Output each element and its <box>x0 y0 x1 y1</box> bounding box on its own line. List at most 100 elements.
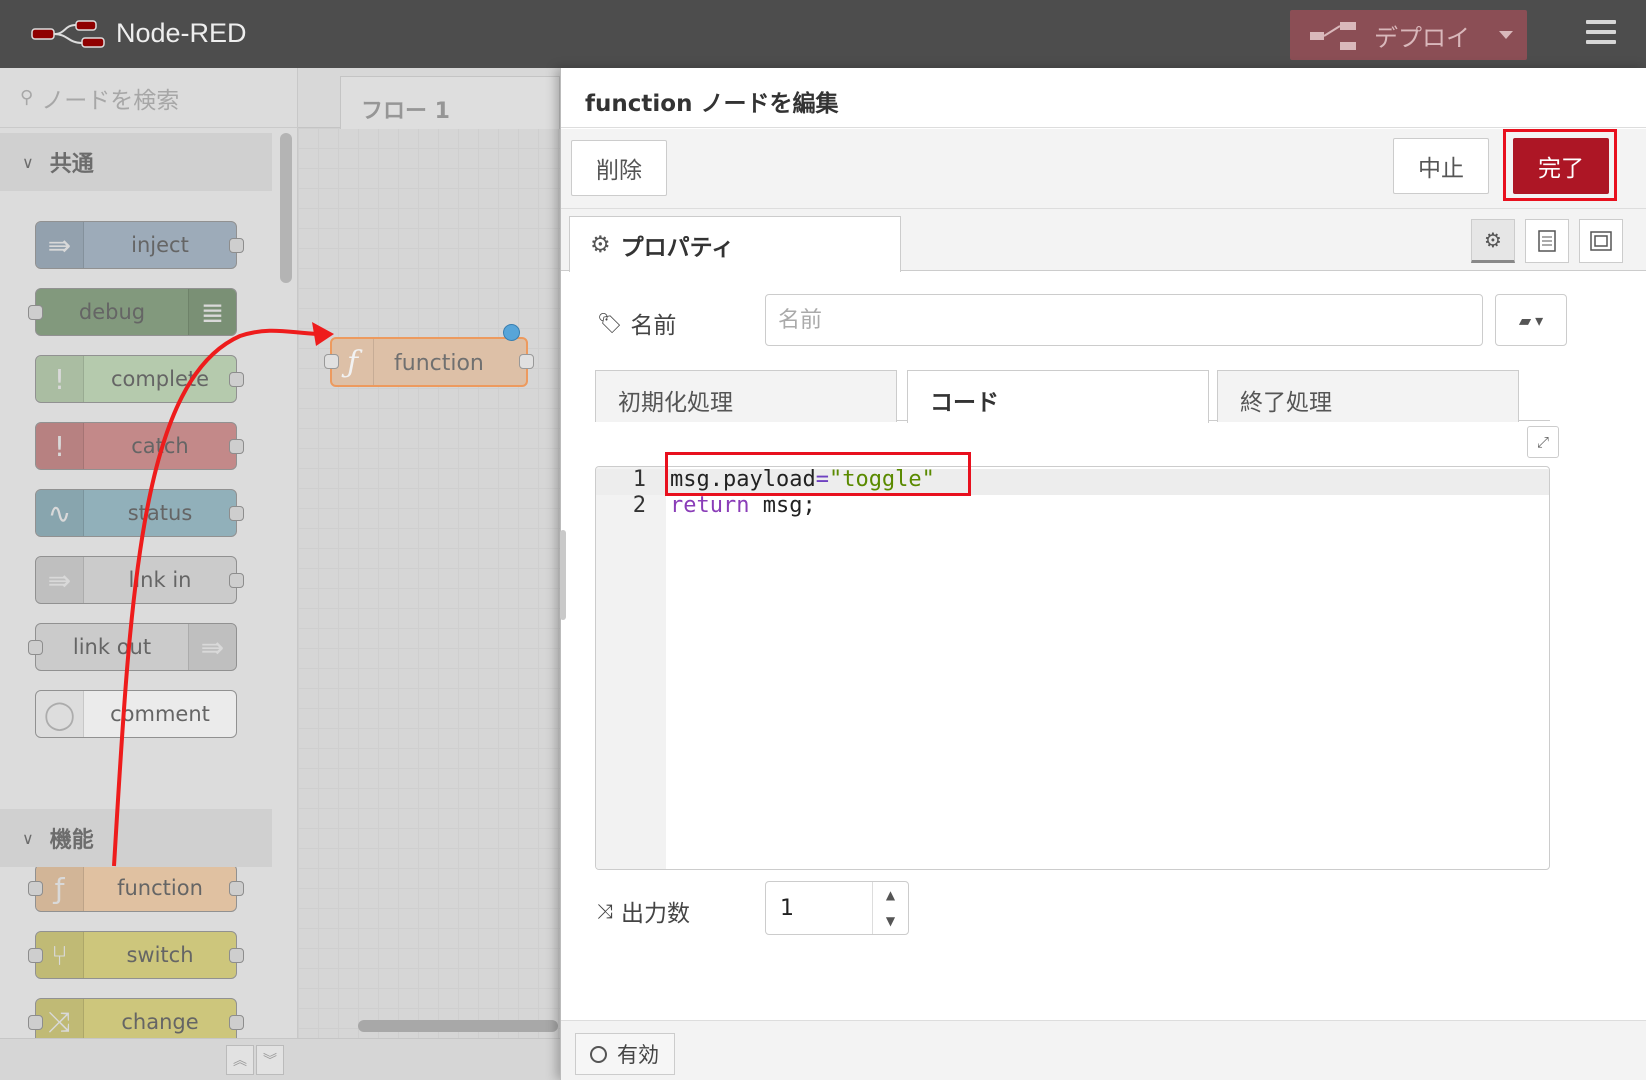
input-port[interactable] <box>28 881 43 896</box>
output-port[interactable] <box>229 506 244 521</box>
palette-node-catch[interactable]: ! catch <box>35 422 244 470</box>
node-label: complete <box>110 367 210 391</box>
node-label: switch <box>126 943 194 967</box>
output-port[interactable] <box>229 238 244 253</box>
category-common[interactable]: ∨ 共通 <box>0 133 272 191</box>
editor-gutter <box>596 467 666 869</box>
workspace-footer <box>298 1038 560 1080</box>
book-icon: ▰ <box>1518 310 1532 330</box>
enabled-toggle[interactable]: 有効 <box>575 1033 675 1075</box>
workspace-tabbar: フロー 1 <box>298 68 560 129</box>
category-label: 共通 <box>49 152 94 177</box>
node-label: change <box>121 1010 199 1034</box>
palette-node-link-out[interactable]: ⇛ link out <box>28 623 237 671</box>
palette-node-status[interactable]: ∿ status <box>35 489 244 537</box>
output-port[interactable] <box>229 948 244 963</box>
outputs-value[interactable]: 1 <box>780 896 794 921</box>
expand-editor-icon[interactable]: ⤢ <box>1527 426 1559 458</box>
name-label: 🏷 名前 <box>597 306 676 340</box>
appearance-icon[interactable] <box>1579 219 1623 263</box>
palette-node-comment[interactable]: ◯ comment <box>35 690 237 738</box>
expand-all-icon[interactable]: ︾ <box>256 1045 284 1075</box>
delete-button[interactable]: 削除 <box>571 140 667 196</box>
palette-node-function[interactable]: ƒ function <box>28 864 244 912</box>
deploy-button[interactable]: デプロイ <box>1290 10 1527 60</box>
node-changed-indicator <box>503 324 520 341</box>
flow-workspace[interactable]: フロー 1 <box>298 68 560 1080</box>
palette-scrollbar[interactable] <box>280 133 292 283</box>
code-highlight-box <box>665 452 971 496</box>
description-icon[interactable] <box>1525 219 1569 263</box>
node-label: link out <box>72 635 152 659</box>
spinner-buttons[interactable]: ▲ ▼ <box>872 882 908 934</box>
palette-node-link-in[interactable]: ⇛ link in <box>35 556 244 604</box>
line-number: 2 <box>632 493 646 518</box>
outputs-spinner[interactable]: 1 ▲ ▼ <box>765 881 909 935</box>
tray-footer: 有効 <box>561 1020 1646 1080</box>
debug-list-icon: ≣ <box>188 289 236 335</box>
tray-tab-row: ⚙ プロパティ ⚙ <box>561 209 1646 272</box>
increment-icon[interactable]: ▲ <box>886 888 895 902</box>
node-label: status <box>127 501 193 525</box>
node-label: comment <box>110 702 210 726</box>
tab-code[interactable]: コード <box>907 370 1209 423</box>
deploy-label: デプロイ <box>1374 23 1470 52</box>
category-function[interactable]: ∨ 機能 <box>0 809 272 867</box>
palette-node-switch[interactable]: ⑂ switch <box>28 931 244 979</box>
circle-icon <box>590 1045 607 1063</box>
output-port[interactable] <box>229 372 244 387</box>
output-port[interactable] <box>519 354 534 369</box>
collapse-all-icon[interactable]: ︽ <box>226 1045 254 1075</box>
tray-toolbar: 削除 中止 完了 <box>561 129 1646 209</box>
node-label: debug <box>78 300 146 324</box>
workspace-scrollbar[interactable] <box>358 1020 558 1032</box>
chevron-down-icon: ∨ <box>22 152 34 172</box>
node-label: function <box>394 351 484 376</box>
code-line-2[interactable]: return msg; <box>670 493 816 518</box>
done-highlight-box <box>1503 129 1617 201</box>
output-port[interactable] <box>229 1015 244 1030</box>
code-tabs: 初期化処理 コード 終了処理 <box>595 366 1550 423</box>
hamburger-icon[interactable] <box>1586 20 1616 48</box>
output-port[interactable] <box>229 439 244 454</box>
palette-node-inject[interactable]: ⇛ inject <box>35 221 244 269</box>
palette-search[interactable]: ⚲ ノードを検索 <box>0 68 298 128</box>
palette-node-debug[interactable]: ≣ debug <box>28 288 237 336</box>
node-palette: ⚲ ノードを検索 ∨ 共通 ⇛ inject ≣ debug ! complete ! cat… <box>0 68 298 1080</box>
category-label: 機能 <box>49 828 94 853</box>
tab-properties[interactable]: ⚙ プロパティ <box>569 216 901 272</box>
gear-icon: ⚙ <box>590 231 611 258</box>
tab-setup[interactable]: 初期化処理 <box>595 370 897 422</box>
node-label: function <box>117 876 203 900</box>
tray-resize-handle[interactable] <box>560 530 566 620</box>
cancel-button[interactable]: 中止 <box>1393 138 1489 194</box>
switch-icon: ⑂ <box>36 932 84 978</box>
app-title: Node-RED <box>116 18 247 48</box>
search-placeholder: ノードを検索 <box>41 87 180 114</box>
palette-node-complete[interactable]: ! complete <box>35 355 244 403</box>
input-port[interactable] <box>28 640 43 655</box>
enabled-label: 有効 <box>617 1043 659 1067</box>
function-f-icon: ƒ <box>36 865 84 911</box>
input-port[interactable] <box>28 305 43 320</box>
output-port[interactable] <box>229 881 244 896</box>
name-input[interactable] <box>765 294 1483 346</box>
workspace-function-node[interactable]: ƒ function <box>324 337 534 387</box>
decrement-icon[interactable]: ▼ <box>886 914 895 928</box>
deploy-dropdown-icon[interactable] <box>1499 31 1513 39</box>
link-in-icon: ⇛ <box>36 557 84 603</box>
link-out-icon: ⇛ <box>188 624 236 670</box>
tray-title: function ノードを編集 <box>561 68 1646 128</box>
library-button[interactable]: ▰ ▾ <box>1495 294 1567 346</box>
gear-icon[interactable]: ⚙ <box>1471 219 1515 263</box>
search-icon: ⚲ <box>20 87 34 108</box>
input-port[interactable] <box>324 354 339 369</box>
code-editor[interactable]: 1 2 msg.payload="toggle" return msg; <box>595 466 1550 870</box>
tab-close[interactable]: 終了処理 <box>1217 370 1519 422</box>
node-red-logo-icon <box>31 19 105 48</box>
input-port[interactable] <box>28 948 43 963</box>
output-port[interactable] <box>229 573 244 588</box>
input-port[interactable] <box>28 1015 43 1030</box>
node-label: link in <box>128 568 192 592</box>
tab-flow-1[interactable]: フロー 1 <box>340 76 560 129</box>
